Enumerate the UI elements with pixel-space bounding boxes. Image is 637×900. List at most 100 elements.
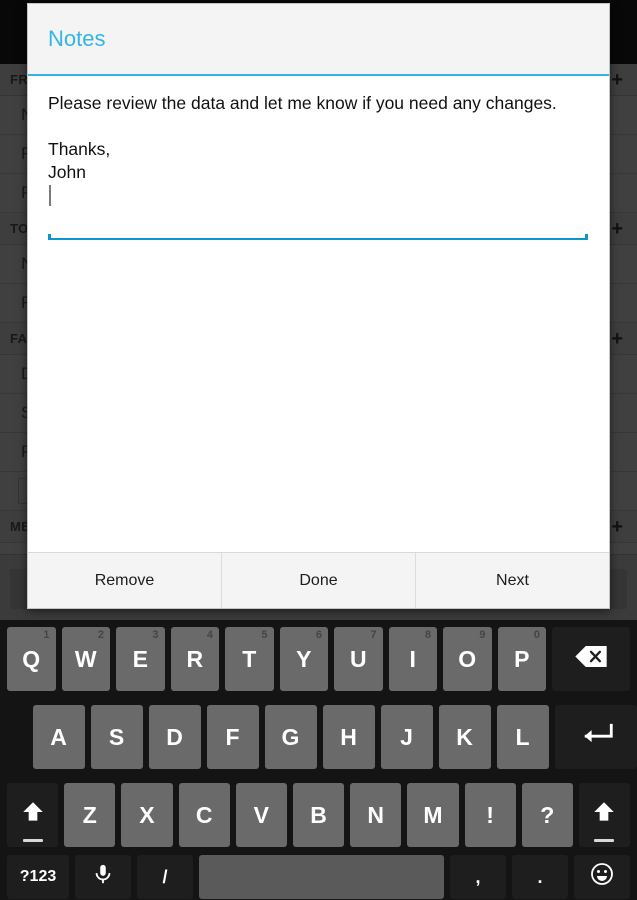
- key-hint: 9: [479, 629, 486, 641]
- keyboard-row-2: A S D F G H J K L: [0, 698, 637, 776]
- key-x[interactable]: X: [121, 783, 173, 847]
- key-label: N: [367, 801, 385, 828]
- key-i[interactable]: 8I: [388, 627, 437, 691]
- key-l[interactable]: L: [496, 705, 549, 769]
- emoji-key[interactable]: [574, 855, 630, 899]
- add-icon[interactable]: +: [611, 70, 623, 90]
- key-d[interactable]: D: [148, 705, 201, 769]
- keyboard-row-4: ?123 / , .: [0, 854, 637, 900]
- key-label: L: [515, 723, 530, 750]
- key-question[interactable]: ?: [521, 783, 573, 847]
- key-hint: 7: [370, 629, 377, 641]
- shift-indicator: [594, 839, 615, 842]
- key-o[interactable]: 9O: [443, 627, 492, 691]
- next-button[interactable]: Next: [415, 553, 609, 608]
- key-f[interactable]: F: [206, 705, 259, 769]
- key-label: ,: [475, 866, 481, 887]
- key-e[interactable]: 3E: [116, 627, 165, 691]
- screen: FROM + Name Fax Number Phone Number TO +…: [0, 0, 637, 900]
- key-label: O: [458, 645, 477, 672]
- key-z[interactable]: Z: [64, 783, 116, 847]
- comma-key[interactable]: ,: [450, 855, 506, 899]
- key-label: E: [132, 645, 148, 672]
- shift-key-right[interactable]: [578, 783, 631, 847]
- key-label: K: [456, 723, 473, 750]
- remove-button[interactable]: Remove: [28, 553, 221, 608]
- backspace-icon: [574, 645, 608, 674]
- key-label: Q: [22, 645, 41, 672]
- add-icon[interactable]: +: [611, 329, 623, 349]
- notes-input[interactable]: Please review the data and let me know i…: [48, 92, 588, 240]
- shift-icon: [591, 799, 617, 831]
- done-button[interactable]: Done: [221, 553, 415, 608]
- key-label: J: [400, 723, 413, 750]
- key-h[interactable]: H: [322, 705, 375, 769]
- notes-input-value: Please review the data and let me know i…: [48, 93, 557, 182]
- key-m[interactable]: M: [407, 783, 459, 847]
- key-label: W: [74, 645, 97, 672]
- add-icon[interactable]: +: [611, 517, 623, 537]
- key-w[interactable]: 2W: [61, 627, 110, 691]
- key-n[interactable]: N: [350, 783, 402, 847]
- key-label: U: [349, 645, 367, 672]
- key-k[interactable]: K: [438, 705, 491, 769]
- enter-key[interactable]: [554, 705, 637, 769]
- key-hint: 6: [315, 629, 322, 641]
- key-q[interactable]: 1Q: [7, 627, 56, 691]
- on-screen-keyboard: 1Q 2W 3E 4R 5T 6Y 7U 8I 9O 0P A S D F G …: [0, 620, 637, 900]
- key-s[interactable]: S: [90, 705, 143, 769]
- shift-key-left[interactable]: [7, 783, 59, 847]
- slash-key[interactable]: /: [137, 855, 193, 899]
- key-label: ?: [540, 801, 555, 828]
- key-t[interactable]: 5T: [225, 627, 274, 691]
- key-label: B: [310, 801, 327, 828]
- key-hint: 4: [206, 629, 213, 641]
- underline-bar: [48, 238, 588, 240]
- key-b[interactable]: B: [292, 783, 345, 847]
- key-label: C: [195, 801, 213, 828]
- key-hint: 5: [261, 629, 268, 641]
- key-label: I: [409, 645, 416, 672]
- microphone-key[interactable]: [75, 855, 131, 899]
- key-hint: 8: [424, 629, 431, 641]
- input-underline: [48, 234, 588, 240]
- space-key[interactable]: [199, 855, 444, 899]
- keyboard-row-1: 1Q 2W 3E 4R 5T 6Y 7U 8I 9O 0P: [0, 620, 637, 698]
- key-label: Y: [296, 645, 312, 672]
- emoji-icon: [590, 862, 614, 892]
- add-icon[interactable]: +: [611, 219, 623, 239]
- key-exclamation[interactable]: !: [464, 783, 516, 847]
- key-label: T: [242, 645, 257, 672]
- period-key[interactable]: .: [512, 855, 568, 899]
- backspace-key[interactable]: [552, 627, 630, 691]
- key-hint: 0: [533, 629, 540, 641]
- key-label: F: [225, 723, 240, 750]
- key-label: Z: [82, 801, 97, 828]
- key-hint: 1: [43, 629, 50, 641]
- dialog-button-bar: Remove Done Next: [28, 552, 609, 608]
- key-u[interactable]: 7U: [334, 627, 383, 691]
- shift-icon: [20, 799, 46, 831]
- key-p[interactable]: 0P: [497, 627, 546, 691]
- key-hint: 2: [97, 629, 104, 641]
- key-label: M: [423, 801, 443, 828]
- key-label: !: [486, 801, 494, 828]
- text-caret: [49, 185, 51, 206]
- key-label: A: [50, 723, 67, 750]
- shift-indicator: [22, 839, 43, 842]
- key-label: H: [340, 723, 357, 750]
- key-c[interactable]: C: [178, 783, 230, 847]
- key-label: D: [166, 723, 183, 750]
- key-label: S: [108, 723, 125, 750]
- key-j[interactable]: J: [380, 705, 433, 769]
- symbols-key[interactable]: ?123: [7, 855, 69, 899]
- page-title: Notes: [48, 26, 106, 51]
- key-a[interactable]: A: [32, 705, 85, 769]
- key-label: .: [537, 866, 543, 887]
- key-v[interactable]: V: [235, 783, 287, 847]
- key-label: X: [139, 801, 155, 828]
- key-y[interactable]: 6Y: [279, 627, 328, 691]
- key-r[interactable]: 4R: [170, 627, 219, 691]
- key-g[interactable]: G: [264, 705, 317, 769]
- key-label: P: [514, 645, 530, 672]
